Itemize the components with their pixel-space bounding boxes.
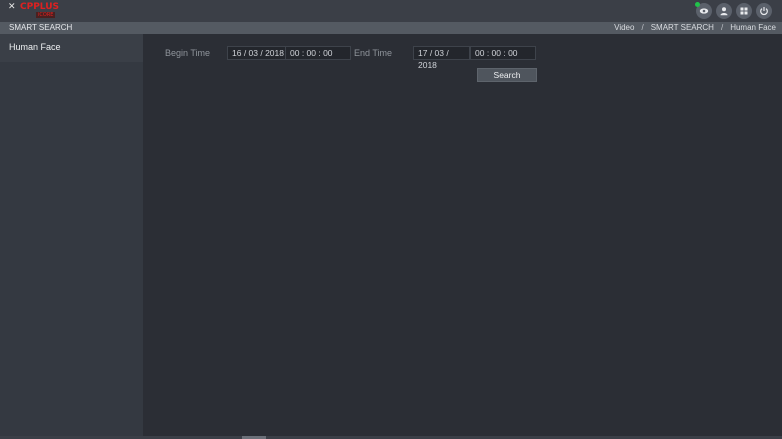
end-date-input[interactable]: 17 / 03 / 2018 bbox=[413, 46, 470, 70]
breadcrumb-item-human-face: Human Face bbox=[730, 23, 776, 32]
breadcrumb-item-video[interactable]: Video bbox=[614, 22, 634, 34]
breadcrumb: Video / SMART SEARCH / Human Face bbox=[614, 22, 776, 34]
sidebar-item-human-face[interactable]: Human Face bbox=[0, 34, 143, 62]
sidebar-item-label: Human Face bbox=[9, 42, 61, 52]
brand-subtitle: iCORE bbox=[36, 12, 56, 18]
end-time-label: End Time bbox=[354, 48, 393, 58]
power-icon bbox=[760, 7, 768, 16]
grid-icon bbox=[740, 7, 748, 15]
brand-logo: ✕ CPPLUS iCORE bbox=[6, 2, 66, 20]
user-button[interactable] bbox=[716, 3, 732, 19]
top-icon-group bbox=[695, 2, 772, 19]
search-button[interactable]: Search bbox=[477, 68, 537, 82]
online-status-dot bbox=[695, 2, 700, 7]
title-bar: SMART SEARCH Video / SMART SEARCH / Huma… bbox=[0, 22, 782, 34]
brand-mark-icon: ✕ bbox=[8, 2, 16, 12]
top-bar: ✕ CPPLUS iCORE bbox=[0, 0, 782, 22]
breadcrumb-separator: / bbox=[720, 23, 724, 32]
breadcrumb-separator: / bbox=[641, 23, 644, 32]
begin-date-input[interactable]: 16 / 03 / 2018 bbox=[227, 46, 286, 60]
eye-icon bbox=[699, 8, 709, 14]
main-panel: Begin Time 16 / 03 / 2018 00 : 00 : 00 E… bbox=[143, 34, 782, 436]
end-time-input[interactable]: 00 : 00 : 00 bbox=[470, 46, 536, 60]
begin-time-input[interactable]: 00 : 00 : 00 bbox=[285, 46, 351, 60]
power-button[interactable] bbox=[756, 3, 772, 19]
user-icon bbox=[720, 7, 728, 16]
page-title: SMART SEARCH bbox=[9, 23, 73, 32]
breadcrumb-item-smart-search[interactable]: SMART SEARCH bbox=[651, 22, 714, 34]
sidebar: Human Face bbox=[0, 34, 143, 436]
grid-button[interactable] bbox=[736, 3, 752, 19]
eye-button[interactable] bbox=[695, 2, 712, 19]
brand-name: CPPLUS bbox=[20, 2, 60, 12]
begin-time-label: Begin Time bbox=[165, 48, 211, 58]
